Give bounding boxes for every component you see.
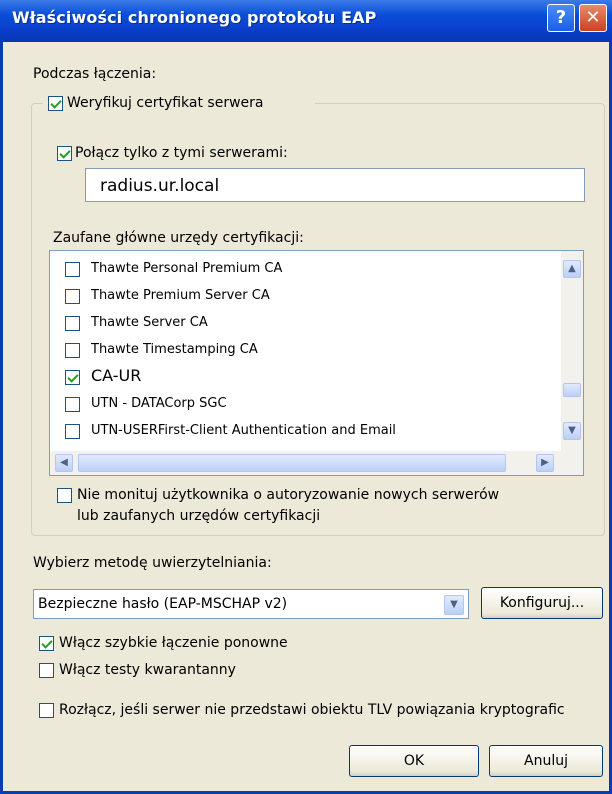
fast-reconnect-checkbox[interactable] [39, 636, 54, 651]
ok-button[interactable]: OK [349, 745, 479, 777]
quarantine-label: Włącz testy kwarantanny [59, 662, 236, 678]
configure-button[interactable]: Konfiguruj... [481, 587, 603, 619]
scroll-up-icon[interactable]: ▲ [563, 260, 581, 278]
ca-list-item[interactable]: Thawte Timestamping CA [91, 342, 258, 357]
help-icon: ? [555, 7, 567, 28]
connect-heading: Podczas łączenia: [33, 66, 157, 82]
connect-only-checkbox[interactable] [57, 146, 72, 161]
fast-reconnect-label: Włącz szybkie łączenie ponowne [59, 635, 288, 651]
scroll-down-icon[interactable]: ▼ [563, 422, 581, 440]
close-icon: ✕ [585, 7, 601, 28]
ca-list-item[interactable]: Thawte Personal Premium CA [91, 261, 282, 276]
ca-checkbox[interactable] [65, 370, 80, 385]
ca-checkbox[interactable] [65, 424, 80, 439]
servers-input[interactable]: radius.ur.local [85, 168, 585, 202]
ca-list[interactable]: Thawte Personal Premium CA Thawte Premiu… [49, 250, 584, 476]
no-prompt-label-line1: Nie monituj użytkownika o autoryzowanie … [77, 487, 500, 503]
ca-checkbox[interactable] [65, 262, 80, 277]
scroll-thumb[interactable] [563, 383, 581, 397]
disconnect-label: Rozłącz, jeśli serwer nie przedstawi obi… [59, 702, 565, 718]
auth-method-value: Bezpieczne hasło (EAP-MSCHAP v2) [38, 596, 288, 612]
hscroll-thumb[interactable] [78, 454, 506, 472]
ca-checkbox[interactable] [65, 397, 80, 412]
ca-list-item[interactable]: UTN-USERFirst-Client Authentication and … [91, 423, 396, 438]
ca-checkbox[interactable] [65, 343, 80, 358]
chevron-down-icon[interactable]: ▼ [444, 595, 464, 615]
no-prompt-label-line2: lub zaufanych urzędów certyfikacji [77, 508, 321, 524]
ca-list-item[interactable]: UTN - DATACorp SGC [91, 396, 227, 411]
no-prompt-checkbox[interactable] [57, 488, 72, 503]
auth-method-select[interactable]: Bezpieczne hasło (EAP-MSCHAP v2) ▼ [33, 589, 469, 619]
scroll-left-icon[interactable]: ◀ [55, 454, 73, 472]
cancel-button[interactable]: Anuluj [489, 745, 603, 777]
quarantine-checkbox[interactable] [39, 663, 54, 678]
verify-cert-label: Weryfikuj certyfikat serwera [67, 95, 264, 111]
trusted-ca-label: Zaufane główne urzędy certyfikacji: [53, 230, 304, 246]
connect-only-label: Połącz tylko z tymi serwerami: [75, 145, 288, 161]
ca-checkbox[interactable] [65, 289, 80, 304]
ca-checkbox[interactable] [65, 316, 80, 331]
close-button[interactable]: ✕ [579, 4, 607, 32]
horizontal-scrollbar[interactable]: ◀ ▶ [50, 451, 583, 475]
disconnect-checkbox[interactable] [39, 703, 54, 718]
eap-properties-dialog: Właściwości chronionego protokołu EAP ? … [0, 0, 612, 794]
help-button[interactable]: ? [547, 4, 575, 32]
ca-list-item[interactable]: CA-UR [91, 366, 141, 385]
scroll-right-icon[interactable]: ▶ [536, 454, 554, 472]
verify-cert-checkbox[interactable] [48, 96, 63, 111]
auth-method-label: Wybierz metodę uwierzytelniania: [33, 555, 272, 571]
vertical-scrollbar[interactable]: ▲ ▼ [561, 251, 583, 451]
title-bar[interactable]: Właściwości chronionego protokołu EAP ? … [0, 0, 612, 42]
window-title: Właściwości chronionego protokołu EAP [12, 8, 377, 27]
servers-value: radius.ur.local [100, 176, 220, 196]
ca-list-item[interactable]: Thawte Server CA [91, 315, 208, 330]
ca-list-item[interactable]: Thawte Premium Server CA [91, 288, 270, 303]
